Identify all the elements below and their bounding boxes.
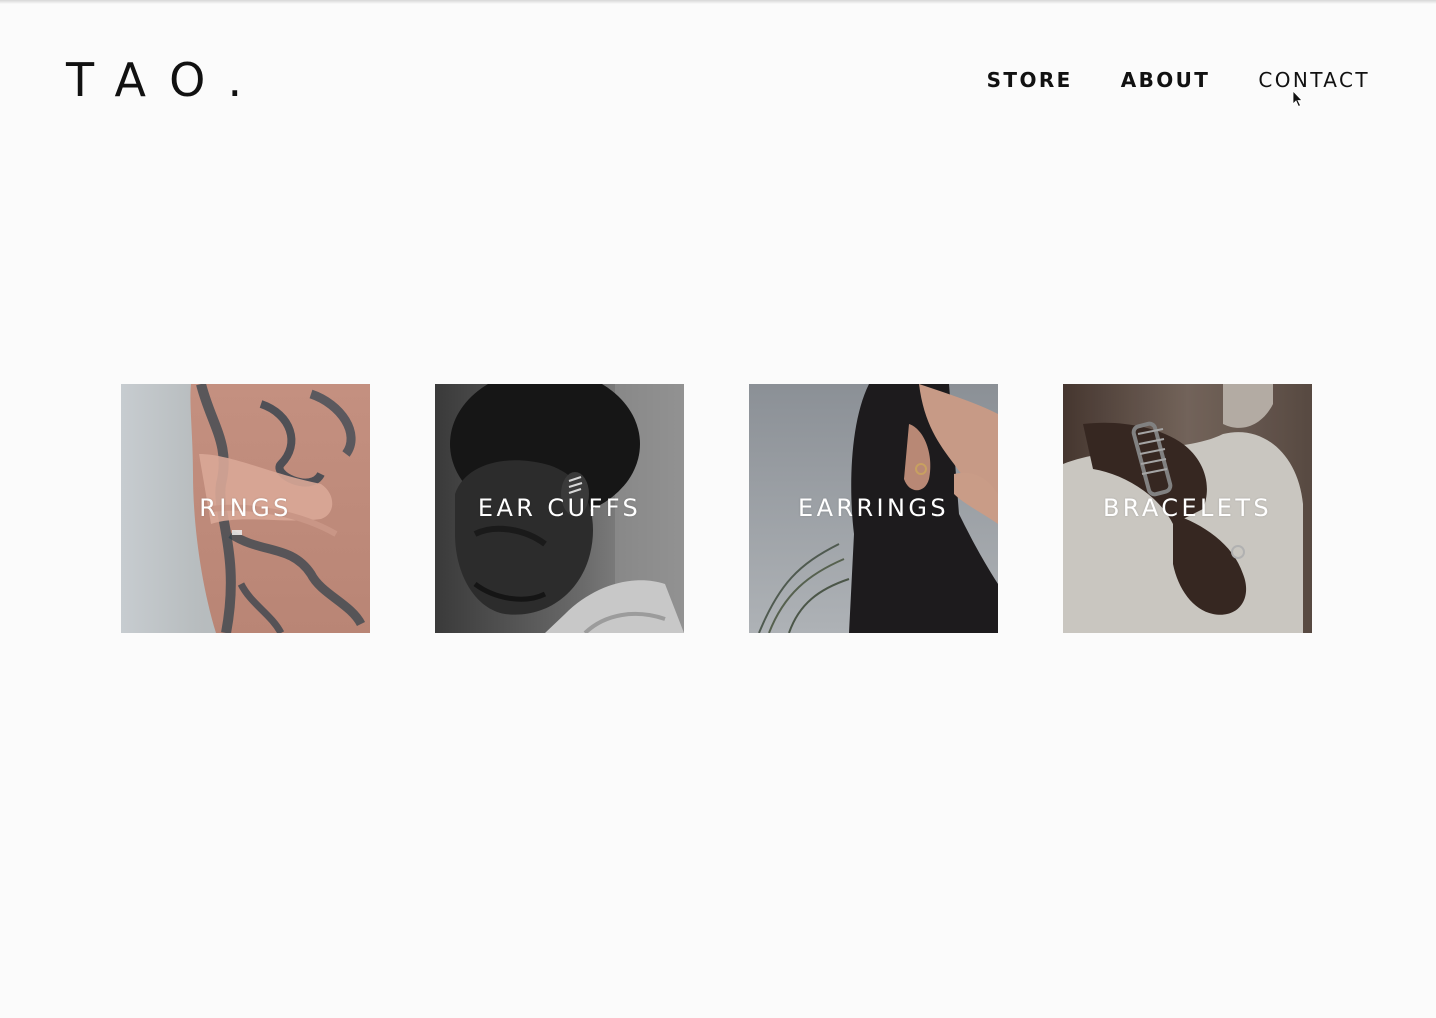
- site-logo[interactable]: TAO.: [66, 54, 266, 106]
- category-tile-rings[interactable]: RINGS: [121, 384, 370, 633]
- tile-label-ear-cuffs: EAR CUFFS: [477, 494, 642, 522]
- mouse-cursor-icon: [1292, 90, 1303, 108]
- nav-about-link[interactable]: ABOUT: [1121, 67, 1211, 93]
- category-tile-earrings[interactable]: EARRINGS: [749, 384, 998, 633]
- nav-contact-link[interactable]: CONTACT: [1258, 67, 1370, 93]
- tile-label-earrings: EARRINGS: [798, 494, 949, 522]
- nav-store-link[interactable]: STORE: [987, 67, 1073, 93]
- category-grid: RINGS EAR CUFFS EARRINGS BRACELETS: [121, 384, 1312, 633]
- tile-label-rings: RINGS: [199, 494, 292, 522]
- category-tile-ear-cuffs[interactable]: EAR CUFFS: [435, 384, 684, 633]
- category-tile-bracelets[interactable]: BRACELETS: [1063, 384, 1312, 633]
- tile-label-bracelets: BRACELETS: [1102, 494, 1273, 522]
- main-nav: STORE ABOUT CONTACT: [987, 67, 1370, 93]
- top-shadow: [0, 0, 1436, 4]
- page: TAO. STORE ABOUT CONTACT RINGS EAR CUFFS…: [0, 0, 1436, 1018]
